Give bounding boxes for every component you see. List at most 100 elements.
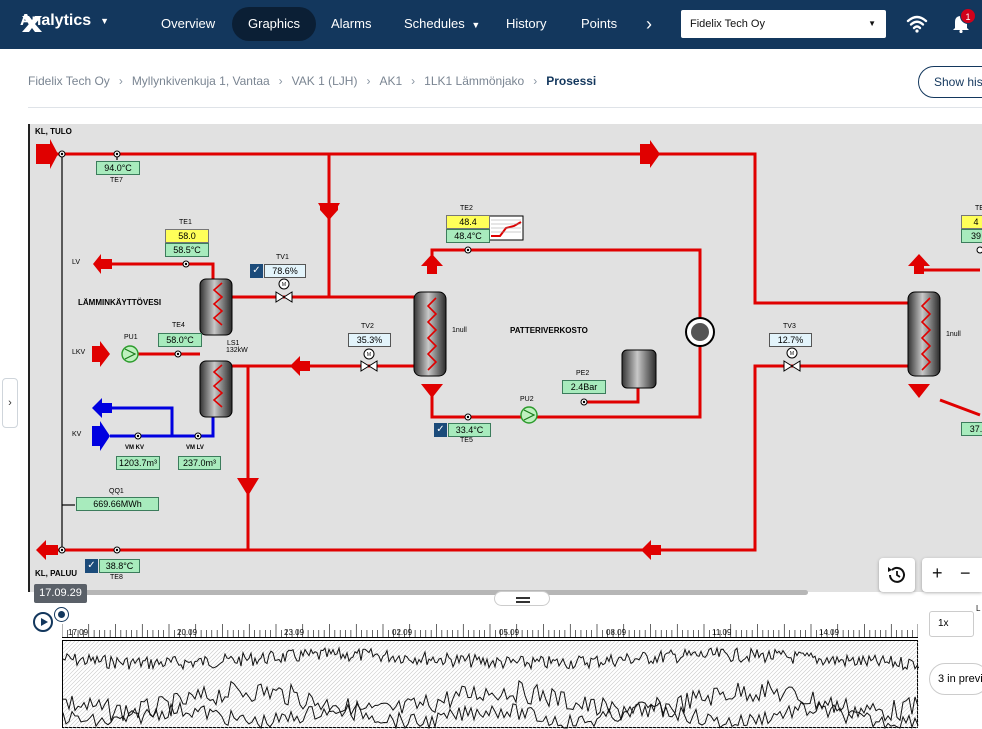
breadcrumb-item[interactable]: AK1 [379, 74, 402, 88]
pe2-label: PE2 [576, 370, 590, 377]
tv2-label: TV2 [361, 323, 374, 330]
vm-lv-value[interactable]: 237.0m³ [178, 456, 221, 470]
hatch-line [422, 641, 512, 729]
hatch-line [534, 641, 624, 729]
wifi-icon[interactable] [906, 13, 928, 33]
te5-label: TE5 [460, 437, 473, 444]
te7-value[interactable]: 94.0°C [96, 161, 140, 175]
hatch-line [334, 641, 424, 729]
lv-label: LV [72, 259, 81, 266]
hatch-line [462, 641, 552, 729]
history-button[interactable] [879, 558, 915, 592]
breadcrumb-item[interactable]: Fidelix Tech Oy [28, 74, 110, 88]
nav-overview[interactable]: Overview [161, 7, 215, 41]
dropdown-arrow-icon: ▼ [868, 19, 876, 28]
hatch-line [70, 641, 160, 729]
hatch-line [74, 641, 164, 729]
hatch-line [738, 641, 828, 729]
nav-alarms[interactable]: Alarms [331, 7, 371, 41]
panel-splitter-handle[interactable] [494, 591, 550, 606]
hatch-line [514, 641, 604, 729]
hatch-line [394, 641, 484, 729]
te8-value[interactable]: 38.8°C [99, 559, 140, 573]
hatch-line [826, 641, 916, 729]
tv1-checkbox[interactable]: ✓ [250, 264, 263, 278]
nav-history[interactable]: History [506, 7, 546, 41]
show-history-button[interactable]: Show history [918, 66, 982, 98]
te8-checkbox[interactable]: ✓ [85, 559, 98, 573]
tv1-value[interactable]: 78.6% [264, 264, 306, 278]
nav-next-chevron-icon[interactable]: › [646, 7, 652, 41]
nav-schedules[interactable]: Schedules ▼ [404, 7, 480, 41]
hatch-line [726, 641, 816, 729]
pu1-label: PU1 [124, 334, 138, 341]
te2-setpoint[interactable]: 48.4 [446, 215, 490, 229]
breadcrumb-separator-icon: › [118, 74, 123, 88]
hatch-line [806, 641, 896, 729]
zoom-out-icon[interactable]: − [960, 563, 971, 584]
te1-value[interactable]: 58.5°C [165, 243, 209, 257]
lamminkayttovesi-label: LÄMMINKÄYTTÖVESI [78, 298, 162, 307]
vm-kv-label: VM KV [125, 445, 145, 451]
preview-count-button[interactable]: 3 in preview [929, 663, 982, 695]
tv3-value[interactable]: 12.7% [769, 333, 812, 347]
grip-line [516, 601, 530, 603]
nav-points[interactable]: Points [581, 7, 617, 41]
timeline-date: 23.09 [284, 628, 305, 637]
breadcrumb-item[interactable]: Myllynkivenkuja 1, Vantaa [132, 74, 270, 88]
horizontal-scrollbar[interactable] [38, 590, 808, 595]
zoom-in-icon[interactable]: + [932, 563, 943, 584]
te2-value[interactable]: 48.4°C [446, 229, 490, 243]
te4-label: TE4 [172, 322, 185, 329]
te4-value[interactable]: 58.0°C [158, 333, 202, 347]
sidebar-toggle-chevron-icon[interactable]: › [2, 378, 18, 428]
play-icon[interactable] [33, 612, 53, 632]
site-select-value: Fidelix Tech Oy [690, 18, 765, 30]
pe2-value[interactable]: 2.4Bar [562, 380, 606, 394]
hatch-line [810, 641, 900, 729]
hatch-line [466, 641, 556, 729]
hatch-line [526, 641, 616, 729]
timeline-date: 02.09 [392, 628, 413, 637]
tv2-value[interactable]: 35.3% [348, 333, 391, 347]
te-right-setpoint[interactable]: 4 [961, 215, 982, 229]
te5-value[interactable]: 33.4°C [448, 423, 491, 437]
chevron-down-icon: ▼ [100, 16, 110, 26]
hatch-line [542, 641, 632, 729]
svg-text:M: M [367, 352, 371, 358]
svg-text:M: M [282, 282, 286, 288]
time-tooltip: 17.09.29 [34, 584, 87, 603]
timeline-date: 05.09 [499, 628, 520, 637]
kl-tulo-label: KL, TULO [35, 127, 72, 136]
timeline-graph[interactable] [62, 640, 919, 729]
te-right-bottom-value[interactable]: 37. [961, 422, 982, 436]
te7-label: TE7 [110, 177, 123, 184]
timeline-cursor-handle[interactable] [55, 608, 68, 621]
te5-checkbox[interactable]: ✓ [434, 423, 447, 437]
kl-paluu-label: KL, PALUU [35, 569, 78, 578]
zoom-controls: + − [922, 558, 982, 592]
site-select[interactable]: Fidelix Tech Oy ▼ [681, 10, 886, 38]
nav-graphics[interactable]: Graphics [232, 7, 317, 41]
qq1-value[interactable]: 669.66MWh [76, 497, 159, 511]
hatch-line [746, 641, 836, 729]
ls1-power: 132kW [226, 347, 248, 354]
te2-label: TE2 [460, 205, 473, 212]
analytics-logo-icon [22, 16, 42, 32]
hatch-line [262, 641, 352, 729]
breadcrumb-item[interactable]: 1LK1 Lämmönjako [424, 74, 524, 88]
top-navigation-bar: Analytics ▼ Overview Graphics Alarms Sch… [0, 0, 982, 49]
vm-kv-value[interactable]: 1203.7m³ [116, 456, 160, 470]
app-menu[interactable]: Analytics ▼ [20, 12, 110, 32]
breadcrumb-item[interactable]: VAK 1 (LJH) [292, 74, 358, 88]
playback-speed-select[interactable]: 1x [929, 611, 974, 637]
null-label-1: 1null [452, 327, 467, 334]
te1-setpoint[interactable]: 58.0 [165, 229, 209, 243]
hatch-line [426, 641, 516, 729]
qq1-label: QQ1 [109, 488, 124, 495]
hatch-line [478, 641, 568, 729]
null-label-2: 1null [946, 331, 961, 338]
hatch-line [654, 641, 744, 729]
te-right-value[interactable]: 39 [961, 229, 982, 243]
hatch-line [270, 641, 360, 729]
